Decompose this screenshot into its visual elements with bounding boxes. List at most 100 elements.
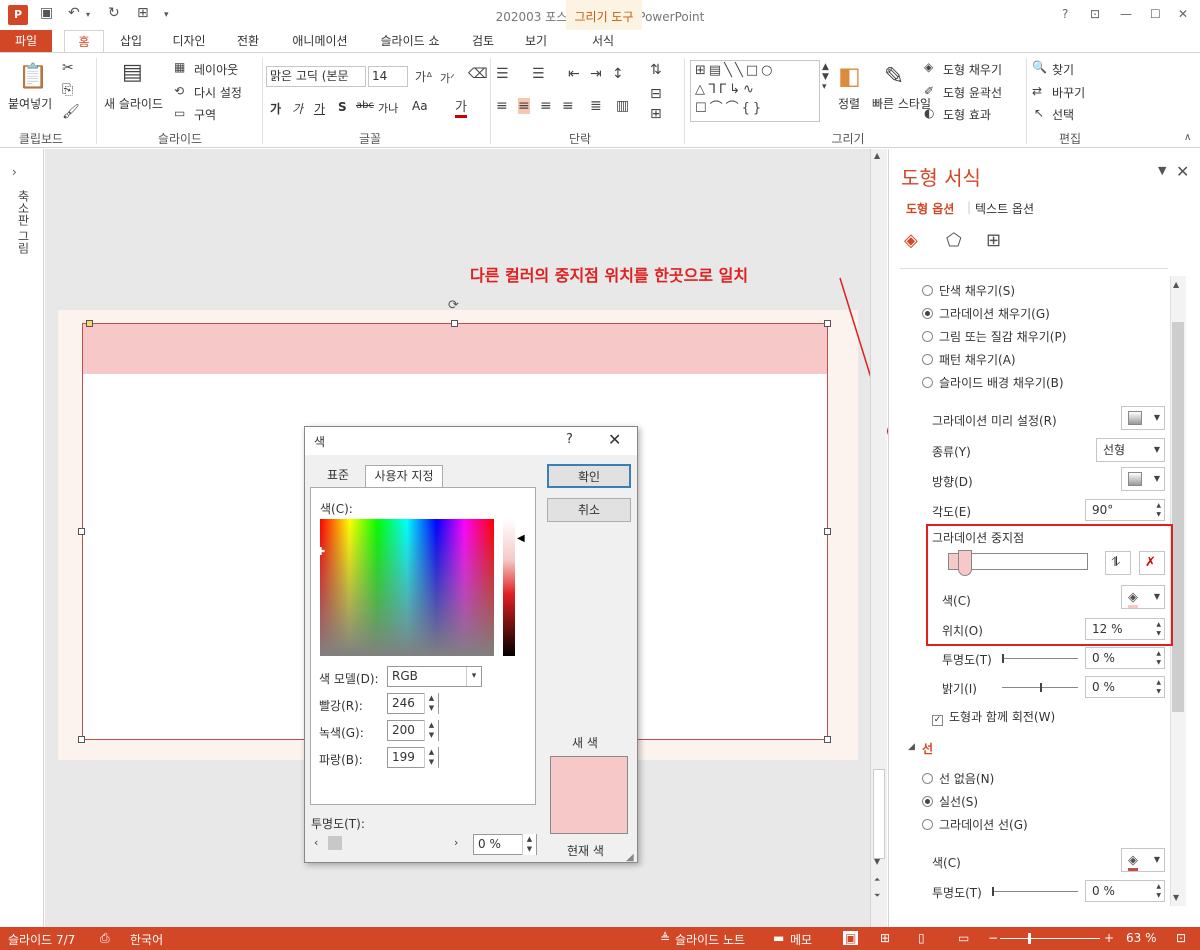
reset-button[interactable]: 다시 설정 (194, 84, 242, 101)
arrange-icon[interactable]: ◧ (838, 62, 861, 90)
columns-icon[interactable]: ▥ (616, 98, 629, 114)
bullets-icon[interactable]: ☰ (496, 66, 509, 82)
text-direction-icon[interactable]: ⇅ (650, 62, 662, 78)
spinner-icon[interactable]: ▲ ▼ (1156, 678, 1161, 696)
paste-icon[interactable]: 📋 (18, 62, 48, 90)
zoom-slider-thumb[interactable] (1028, 933, 1031, 944)
line-spacing-icon[interactable]: ↕ (612, 66, 624, 82)
resize-handle[interactable] (451, 320, 458, 327)
rotate-handle-icon[interactable]: ⟳ (448, 298, 459, 313)
size-properties-icon[interactable]: ⊞ (986, 230, 1001, 251)
gradient-stop-marker[interactable] (958, 550, 972, 576)
adjust-handle[interactable] (86, 320, 93, 327)
slideshow-view-icon[interactable]: ▭ (958, 931, 969, 945)
spellcheck-icon[interactable]: ⎙ (100, 931, 110, 946)
tab-transitions[interactable]: 전환 (230, 30, 266, 52)
pane-scroll-down-icon[interactable]: ▼ (1173, 893, 1179, 902)
zoom-level[interactable]: 63 % (1126, 931, 1157, 945)
fill-option-solid[interactable]: 단색 채우기(S) (922, 282, 1015, 299)
quick-styles-button[interactable]: 빠른 스타일 (872, 95, 931, 112)
italic-button[interactable]: 가 (292, 100, 303, 117)
chevron-down-icon[interactable]: ▾ (466, 667, 481, 686)
maximize-button[interactable]: ☐ (1150, 7, 1161, 21)
language-indicator[interactable]: 한국어 (130, 931, 163, 948)
tab-format[interactable]: 서식 (586, 30, 620, 52)
shape-effects-button[interactable]: 도형 효과 (943, 106, 991, 123)
expand-thumbnails-icon[interactable]: › (12, 165, 17, 179)
line-transparency-slider[interactable] (992, 891, 1078, 892)
scroll-thumb[interactable] (873, 769, 885, 859)
normal-view-icon[interactable]: ▣ (843, 931, 859, 945)
grow-font-icon[interactable]: 가ᐞ (415, 68, 433, 85)
align-center-icon[interactable]: ≡ (518, 98, 530, 114)
stop-transparency-thumb[interactable] (1002, 654, 1004, 663)
increase-indent-icon[interactable]: ⇥ (590, 66, 602, 82)
decrease-indent-icon[interactable]: ⇤ (568, 66, 580, 82)
section-button[interactable]: 구역 (194, 106, 216, 123)
green-spinner-icon[interactable]: ▲ ▼ (424, 720, 438, 741)
slide-sorter-icon[interactable]: ⊞ (880, 931, 890, 945)
tab-standard-colors[interactable]: 표준 (312, 465, 364, 487)
pane-scroll-thumb[interactable] (1172, 322, 1184, 712)
thumbnail-pane-label[interactable]: 축소판 그림 (10, 190, 32, 254)
pane-options-icon[interactable]: ▼ (1158, 164, 1166, 177)
justify-icon[interactable]: ≡ (562, 98, 574, 114)
line-option-gradient[interactable]: 그라데이션 선(G) (922, 816, 1028, 833)
editor-vertical-scrollbar[interactable]: ▲ ▼ ⏶ ⏷ (870, 149, 887, 927)
prev-slide-icon[interactable]: ⏶ (874, 875, 880, 885)
luminance-pointer-icon[interactable]: ◀ (517, 533, 525, 544)
align-right-icon[interactable]: ≡ (540, 98, 552, 114)
quick-styles-icon[interactable]: ✎ (884, 62, 904, 90)
notes-button[interactable]: 슬라이드 노트 (675, 931, 745, 948)
resize-grip-icon[interactable]: ◢ (626, 852, 634, 863)
checkbox-icon[interactable]: ✓ (932, 715, 943, 726)
line-option-none[interactable]: 선 없음(N) (922, 770, 994, 787)
tab-slideshow[interactable]: 슬라이드 쇼 (372, 30, 448, 52)
fill-option-gradient[interactable]: 그라데이션 채우기(G) (922, 305, 1050, 322)
font-size-combo[interactable]: 14 (368, 66, 408, 87)
transparency-spinner-icon[interactable]: ▲ ▼ (522, 834, 536, 855)
cancel-button[interactable]: 취소 (547, 498, 631, 522)
spinner-icon[interactable]: ▲ ▼ (1156, 882, 1161, 900)
distributed-icon[interactable]: ≣ (590, 98, 602, 114)
pane-close-icon[interactable]: ✕ (1176, 162, 1189, 181)
slider-left-icon[interactable]: ‹ (314, 836, 318, 849)
next-slide-icon[interactable]: ⏷ (874, 891, 880, 901)
brightness-thumb[interactable] (1040, 683, 1042, 692)
ok-button[interactable]: 확인 (547, 464, 631, 488)
dialog-help-button[interactable]: ? (566, 432, 573, 447)
fill-line-icon[interactable]: ◈ (904, 230, 918, 251)
close-button[interactable]: ✕ (1178, 7, 1188, 21)
resize-handle[interactable] (78, 736, 85, 743)
shape-outline-button[interactable]: 도형 윤곽선 (943, 84, 1002, 101)
arrange-button[interactable]: 정렬 (838, 95, 860, 112)
fill-option-pattern[interactable]: 패턴 채우기(A) (922, 351, 1016, 368)
luminance-bar[interactable] (503, 519, 515, 656)
change-case-button[interactable]: Aa (412, 99, 428, 113)
new-slide-icon[interactable]: ▤ (122, 60, 143, 85)
find-button[interactable]: 찾기 (1052, 61, 1074, 78)
scroll-down-icon[interactable]: ▼ (874, 857, 880, 866)
fill-option-slide-bg[interactable]: 슬라이드 배경 채우기(B) (922, 374, 1064, 391)
new-slide-button[interactable]: 새 슬라이드 (104, 95, 163, 112)
shapes-gallery[interactable]: ⊞▤╲╲□○ △ᒣᒥ↳∿ ☐⌒⌒{} (690, 60, 820, 122)
shape-options-tab[interactable]: 도형 옵션 (906, 200, 954, 217)
stop-transparency-input[interactable]: 0 % ▲ ▼ (1085, 647, 1165, 669)
stop-transparency-slider[interactable] (1002, 658, 1078, 659)
strikethrough-button[interactable]: abc (356, 100, 374, 111)
font-color-icon[interactable]: 가 (455, 96, 467, 118)
comments-button[interactable]: 메모 (790, 931, 812, 948)
radio-icon[interactable] (922, 285, 933, 296)
position-input[interactable]: 12 % ▲ ▼ (1085, 618, 1165, 640)
effects-icon[interactable]: ⬠ (946, 230, 962, 251)
blue-spinner-icon[interactable]: ▲ ▼ (424, 747, 438, 768)
color-spectrum[interactable] (320, 519, 494, 656)
radio-icon[interactable] (922, 796, 933, 807)
radio-icon[interactable] (922, 354, 933, 365)
resize-handle[interactable] (824, 736, 831, 743)
fill-option-picture[interactable]: 그림 또는 질감 채우기(P) (922, 328, 1066, 345)
zoom-out-icon[interactable]: − (988, 931, 998, 945)
transparency-slider-thumb[interactable] (328, 836, 342, 850)
radio-icon[interactable] (922, 308, 933, 319)
remove-stop-icon[interactable]: ✗ (1139, 551, 1165, 575)
